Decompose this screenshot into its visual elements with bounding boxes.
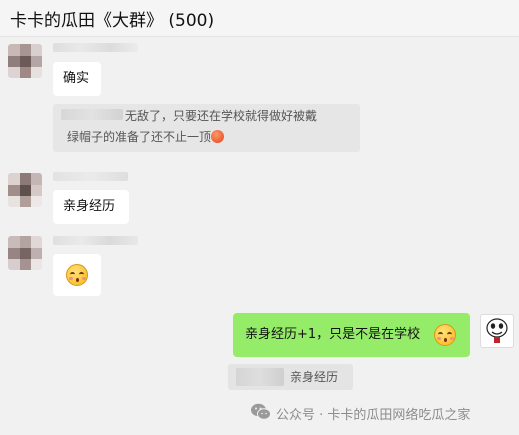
quoted-reply-pill[interactable]: 亲身经历 xyxy=(228,364,353,390)
watermark-text: 公众号 · 卡卡的瓜田网络吃瓜之家 xyxy=(276,408,471,423)
quote-sender-blurred xyxy=(236,368,284,386)
quote-line-2-wrap: 绿帽子的准备了还不止一顶 xyxy=(67,128,225,147)
message-bubble[interactable]: 确实 xyxy=(53,62,101,96)
quote-sender-blurred xyxy=(61,109,123,120)
blush-emoji-icon xyxy=(66,264,88,286)
sender-name-blurred xyxy=(53,43,138,52)
quote-text: 亲身经历 xyxy=(290,370,339,384)
quote-line-1: 无敌了，只要还在学校就得做好被戴 xyxy=(125,109,318,123)
meme-face-icon xyxy=(486,318,508,343)
wechat-icon xyxy=(251,403,271,420)
self-avatar[interactable] xyxy=(480,314,514,348)
avatar[interactable] xyxy=(8,44,42,78)
sender-name-blurred xyxy=(53,172,128,181)
message-bubble[interactable]: 亲身经历 xyxy=(53,190,129,224)
angry-emoji-icon xyxy=(211,130,225,143)
avatar[interactable] xyxy=(8,236,42,270)
chat-title: 卡卡的瓜田《大群》 (500) xyxy=(10,11,215,31)
chat-header: 卡卡的瓜田《大群》 (500) xyxy=(0,0,519,37)
blush-emoji-icon xyxy=(434,324,456,346)
avatar[interactable] xyxy=(8,173,42,207)
message-bubble[interactable] xyxy=(53,254,101,296)
message-text: 确实 xyxy=(63,71,90,86)
sender-name-blurred xyxy=(53,236,138,245)
quoted-message[interactable]: 无敌了，只要还在学校就得做好被戴 绿帽子的准备了还不止一顶 xyxy=(53,104,360,152)
message-text: 亲身经历+1，只是不是在学校 xyxy=(245,327,421,342)
sent-message-bubble[interactable]: 亲身经历+1，只是不是在学校 xyxy=(233,313,470,357)
message-text: 亲身经历 xyxy=(63,199,116,214)
quote-line-2: 绿帽子的准备了还不止一顶 xyxy=(67,130,212,144)
